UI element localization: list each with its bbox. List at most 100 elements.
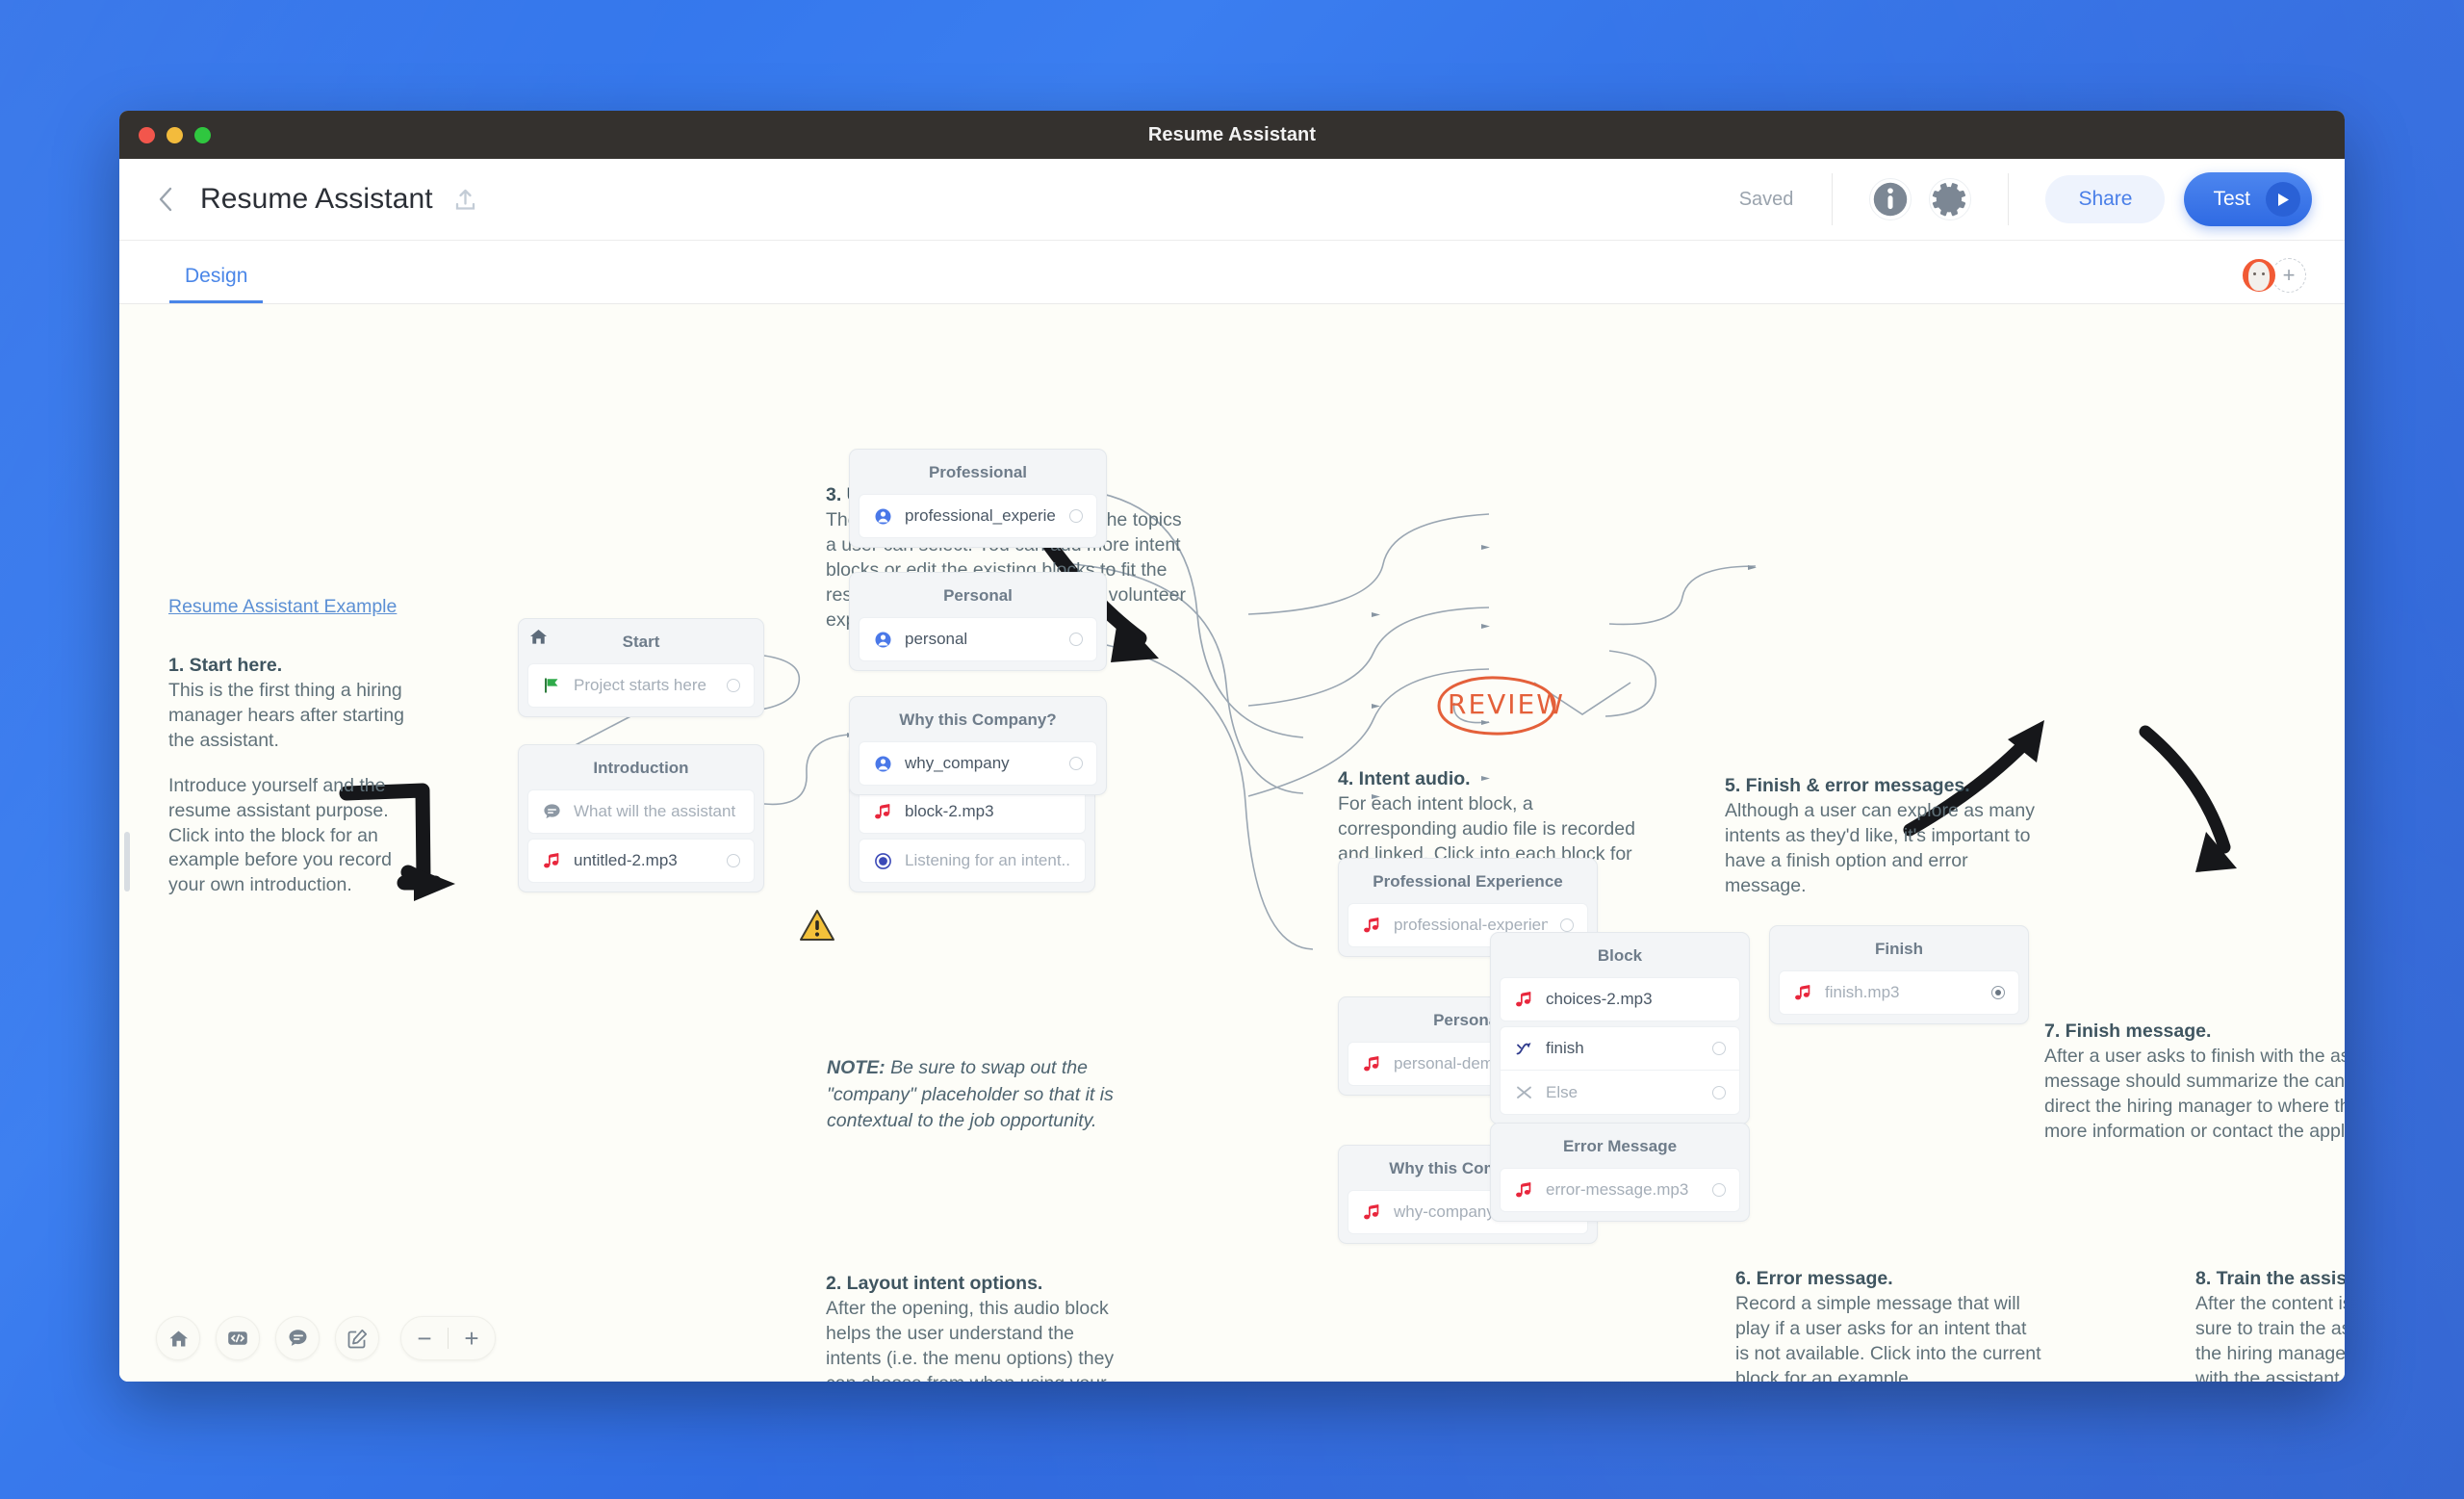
music-note-icon bbox=[1362, 1054, 1381, 1073]
music-note-icon bbox=[542, 851, 561, 870]
block-row-label: choices-2.mp3 bbox=[1546, 990, 1653, 1008]
info-icon bbox=[1874, 182, 1908, 217]
block-row[interactable]: finish bbox=[1500, 1026, 1740, 1071]
block-row-label: Else bbox=[1546, 1082, 1578, 1101]
block-row-port[interactable] bbox=[1712, 1042, 1726, 1055]
block-title-text: Finish bbox=[1874, 940, 1924, 958]
note-1-body-1: This is the first thing a hiring manager… bbox=[168, 679, 404, 751]
note-5: 5. Finish & error messages. Although a u… bbox=[1725, 774, 2042, 899]
block-title-text: Professional bbox=[928, 463, 1028, 481]
zoom-out-button[interactable]: − bbox=[401, 1326, 448, 1351]
tab-design[interactable]: Design bbox=[169, 265, 264, 303]
block-row[interactable]: error-message.mp3 bbox=[1500, 1168, 1740, 1212]
block-row[interactable]: block-2.mp3 bbox=[859, 789, 1086, 834]
app-window: Resume Assistant Resume Assistant Saved bbox=[119, 111, 2345, 1382]
home-button[interactable] bbox=[156, 1316, 200, 1360]
close-window-button[interactable] bbox=[139, 126, 155, 143]
flow-canvas[interactable]: Resume Assistant Example 1. Start here. … bbox=[119, 304, 2345, 1382]
block-introduction-title: Introduction bbox=[593, 759, 689, 777]
block-title-text: Error Message bbox=[1562, 1137, 1678, 1155]
block-row-port[interactable] bbox=[1069, 633, 1083, 646]
note-5-body-1: Although a user can explore as many inte… bbox=[1725, 799, 2035, 896]
gear-icon bbox=[1933, 183, 1966, 217]
block-row[interactable]: What will the assistant say? bbox=[527, 789, 755, 834]
block-row[interactable]: finish.mp3 bbox=[1779, 970, 2019, 1015]
block-finish[interactable]: Finish finish.mp3 bbox=[1769, 925, 2029, 1024]
block-row-port[interactable] bbox=[1712, 1183, 1726, 1197]
settings-button[interactable] bbox=[1929, 178, 1972, 220]
block-row[interactable]: untitled-2.mp3 bbox=[527, 839, 755, 883]
block-introduction[interactable]: Introduction What will the assistant say… bbox=[518, 744, 764, 892]
block-row-label: What will the assistant say? bbox=[574, 802, 740, 820]
share-button[interactable]: Share bbox=[2045, 175, 2166, 223]
info-button[interactable] bbox=[1869, 178, 1912, 220]
minimize-window-button[interactable] bbox=[167, 126, 183, 143]
music-note-icon bbox=[1514, 1180, 1533, 1200]
block-block[interactable]: Block choices-2.mp3 finish Else bbox=[1490, 932, 1750, 1124]
block-row[interactable]: choices-2.mp3 bbox=[1500, 977, 1740, 1021]
avatar[interactable] bbox=[2241, 257, 2277, 294]
test-button[interactable]: Test bbox=[2184, 172, 2312, 226]
note-5-heading: 5. Finish & error messages. bbox=[1725, 775, 1970, 796]
warning-triangle-icon[interactable] bbox=[799, 909, 835, 947]
block-row[interactable]: personal bbox=[859, 617, 1097, 661]
block-row-port[interactable] bbox=[1560, 918, 1574, 932]
block-row[interactable]: Listening for an intent... bbox=[859, 839, 1086, 883]
tab-bar: Design + bbox=[119, 241, 2345, 304]
block-row-port[interactable] bbox=[727, 679, 740, 692]
block-row-port[interactable] bbox=[1991, 986, 2005, 999]
note-1-heading: 1. Start here. bbox=[168, 655, 283, 676]
block-row[interactable]: Else bbox=[1500, 1071, 1740, 1115]
home-icon bbox=[529, 629, 548, 650]
note-7-heading: 7. Finish message. bbox=[2044, 1021, 2212, 1042]
test-button-label: Test bbox=[2213, 188, 2250, 210]
code-button[interactable] bbox=[216, 1316, 260, 1360]
block-start[interactable]: Start Project starts here bbox=[518, 618, 764, 717]
saved-status: Saved bbox=[1739, 173, 1834, 225]
intent-user-icon bbox=[873, 754, 892, 773]
doc-link[interactable]: Resume Assistant Example bbox=[168, 596, 397, 618]
maximize-window-button[interactable] bbox=[194, 126, 211, 143]
radio-filled-icon bbox=[873, 851, 892, 870]
block-personal-intent[interactable]: Personal personal bbox=[849, 572, 1107, 671]
window-title: Resume Assistant bbox=[1147, 123, 1317, 145]
note-italic: NOTE: Be sure to swap out the "company" … bbox=[827, 1055, 1116, 1135]
back-button[interactable] bbox=[148, 182, 183, 217]
speech-bubble-icon bbox=[542, 802, 561, 821]
zoom-in-button[interactable]: + bbox=[449, 1326, 495, 1351]
comment-button[interactable] bbox=[275, 1316, 320, 1360]
music-note-icon bbox=[1514, 990, 1533, 1009]
review-stamp: REVIEW bbox=[1437, 676, 1565, 736]
block-row-port[interactable] bbox=[727, 854, 740, 867]
block-row[interactable]: professional_experience bbox=[859, 494, 1097, 538]
note-7: 7. Finish message. After a user asks to … bbox=[2044, 1020, 2345, 1145]
note-italic-prefix: NOTE: bbox=[827, 1057, 886, 1078]
intent-user-icon bbox=[873, 630, 892, 649]
page-title: Resume Assistant bbox=[200, 183, 433, 215]
upload-share-icon[interactable] bbox=[454, 188, 476, 212]
app-header: Resume Assistant Saved Share Test bbox=[119, 159, 2345, 241]
note-2-body-1: After the opening, this audio block help… bbox=[826, 1297, 1115, 1382]
block-title-text: Professional Experience bbox=[1373, 872, 1563, 891]
block-row-label: personal bbox=[905, 630, 968, 648]
block-why-company-intent[interactable]: Why this Company? why_company bbox=[849, 696, 1107, 795]
block-error-message[interactable]: Error Message error-message.mp3 bbox=[1490, 1123, 1750, 1222]
else-route-icon bbox=[1514, 1083, 1533, 1102]
arrow-head bbox=[414, 867, 455, 901]
music-note-icon bbox=[873, 802, 892, 821]
note-8-heading: 8. Train the assistant. bbox=[2195, 1268, 2345, 1289]
block-row-label: error-message.mp3 bbox=[1546, 1180, 1689, 1199]
note-7-body-1: After a user asks to finish with the ass… bbox=[2044, 1045, 2345, 1142]
block-row[interactable]: Project starts here bbox=[527, 663, 755, 708]
block-row-port[interactable] bbox=[1069, 509, 1083, 523]
block-professional-intent[interactable]: Professional professional_experience bbox=[849, 449, 1107, 548]
block-row[interactable]: why_company bbox=[859, 741, 1097, 786]
annotate-button[interactable] bbox=[335, 1316, 379, 1360]
canvas-scrollbar[interactable] bbox=[124, 832, 130, 892]
block-start-title-text: Start bbox=[622, 633, 660, 651]
block-title-text: Block bbox=[1597, 946, 1643, 965]
block-title-text: Personal bbox=[943, 586, 1013, 605]
block-row-port[interactable] bbox=[1069, 757, 1083, 770]
block-row-port[interactable] bbox=[1712, 1085, 1726, 1099]
music-note-icon bbox=[1793, 983, 1812, 1002]
